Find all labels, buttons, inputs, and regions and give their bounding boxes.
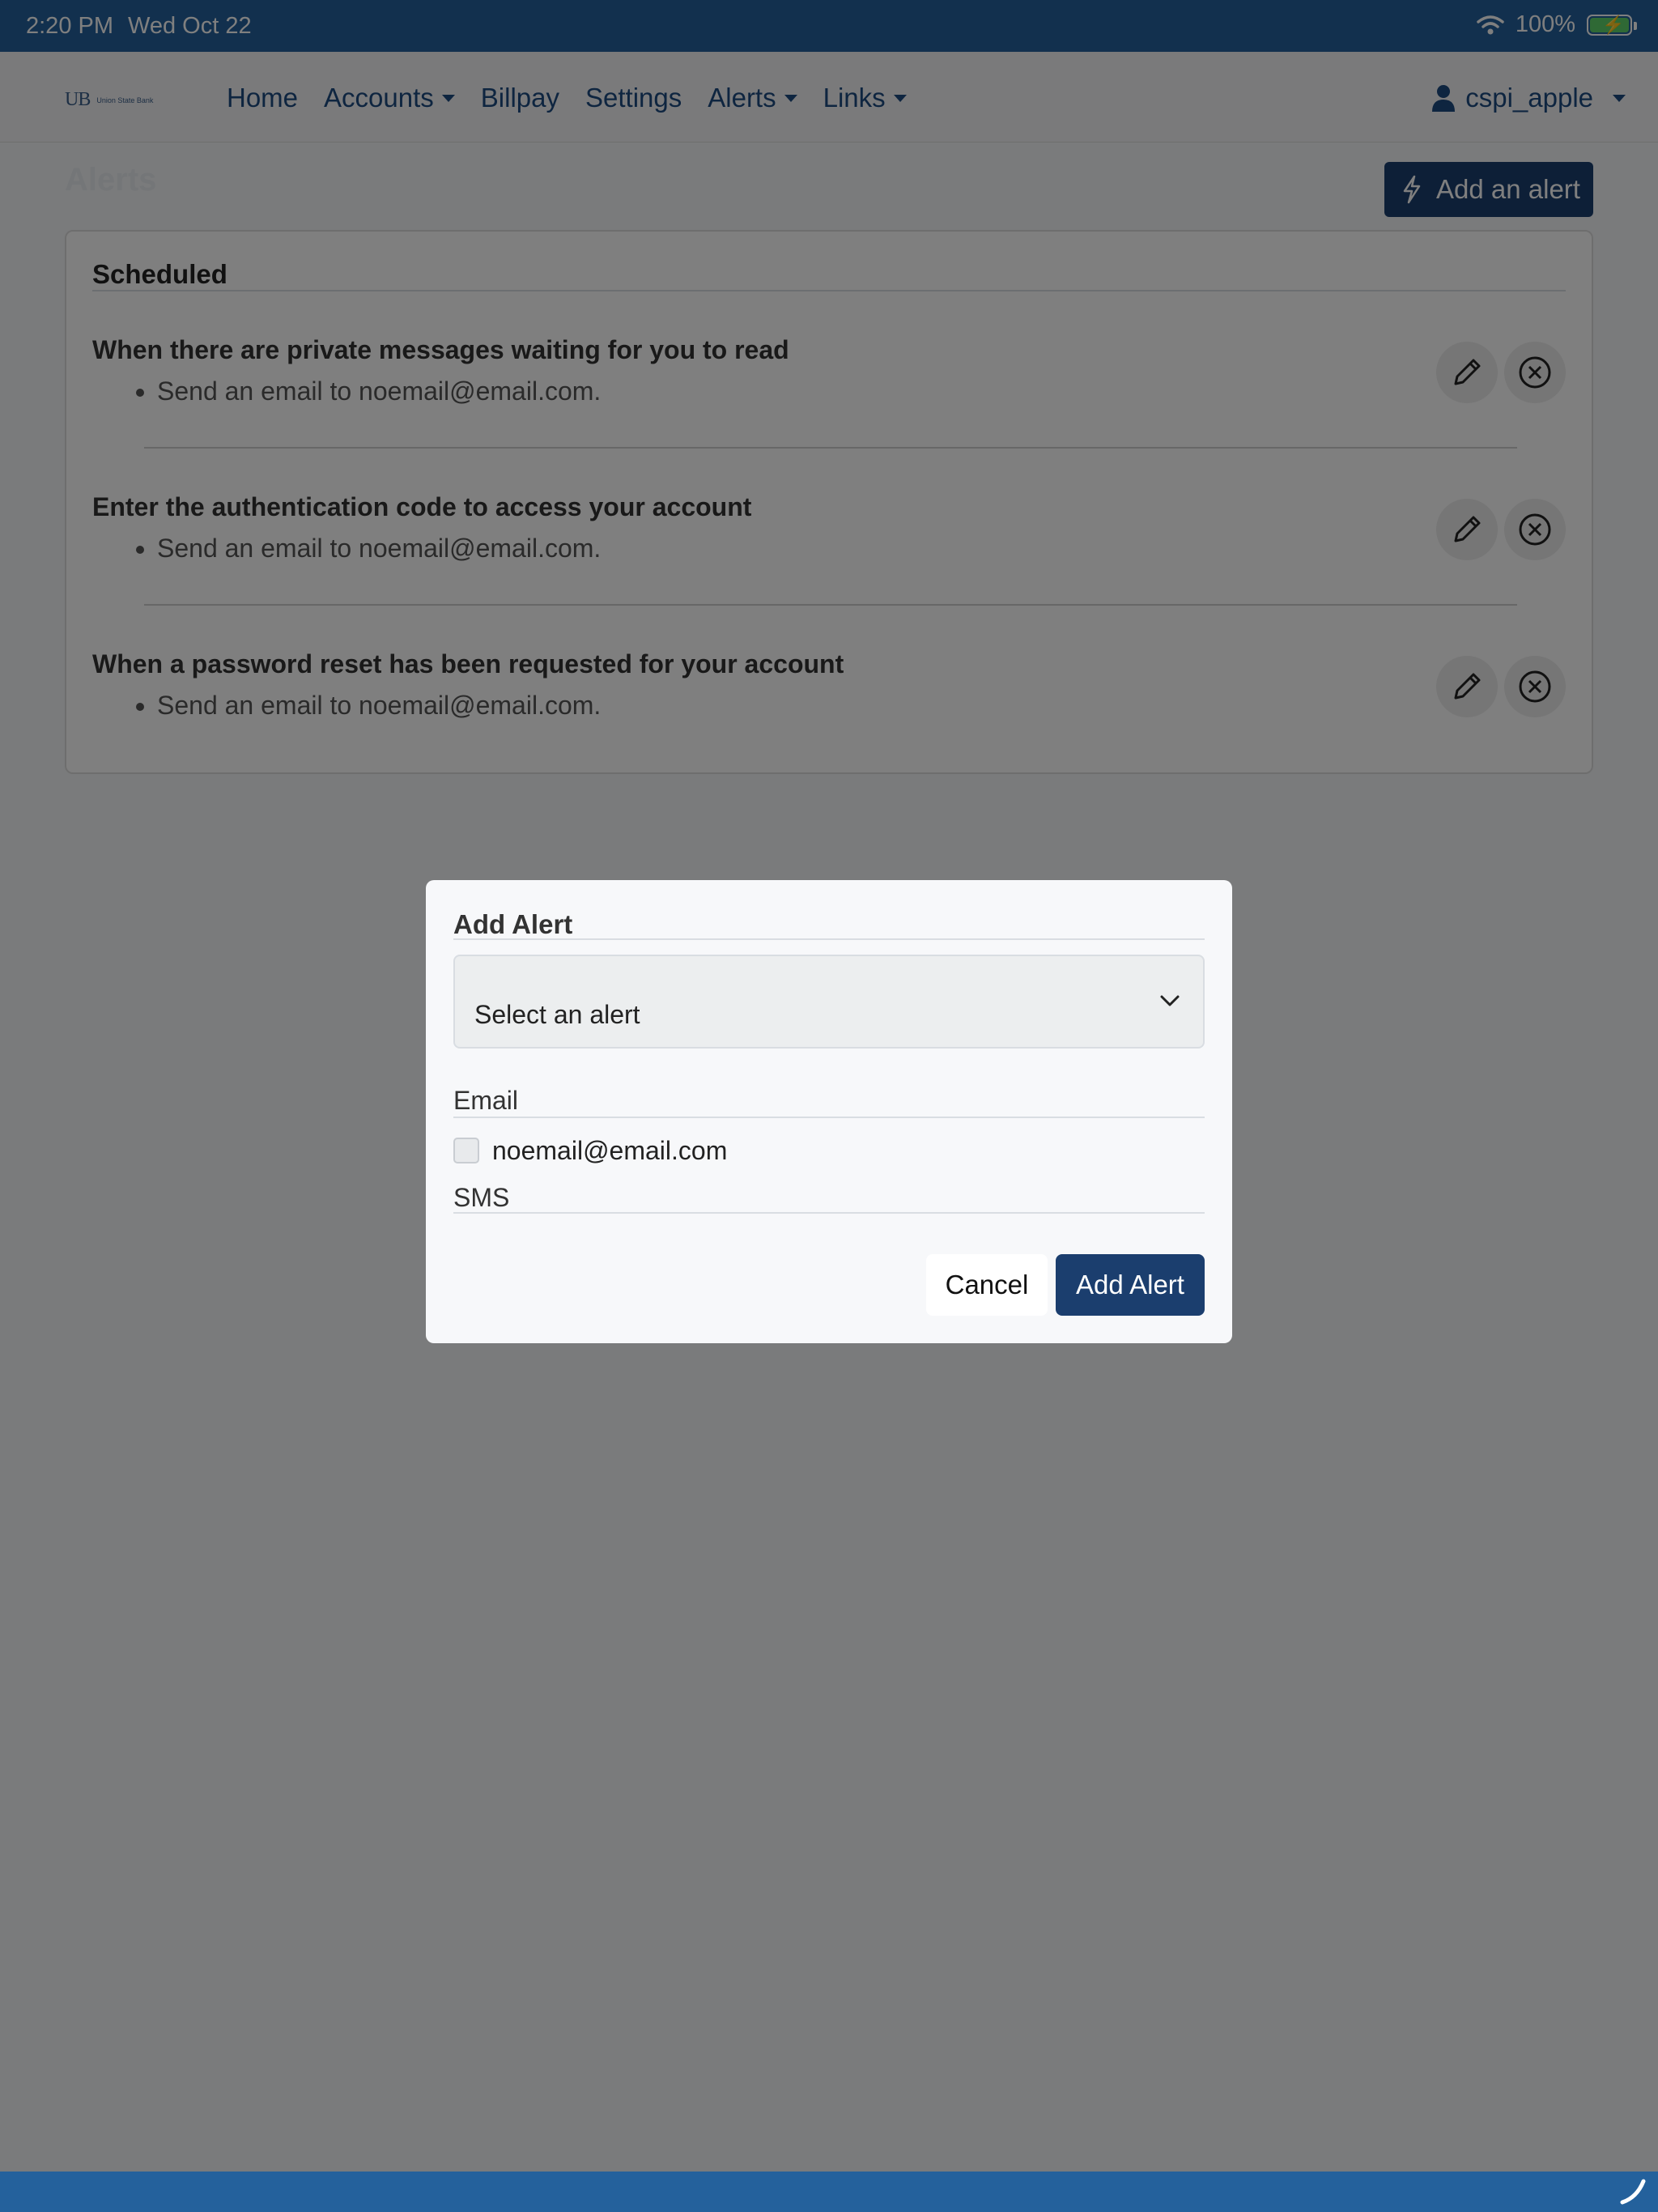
add-alert-modal: Add Alert Select an alert Email noemail@… [426,880,1232,1343]
modal-title: Add Alert [453,909,573,939]
cancel-button[interactable]: Cancel [926,1254,1048,1316]
sms-divider [453,1212,1205,1214]
add-alert-submit-button[interactable]: Add Alert [1056,1254,1205,1316]
modal-title-divider [453,938,1205,940]
chevron-down-icon [1160,995,1180,1006]
email-divider [453,1117,1205,1118]
email-option-label[interactable]: noemail@email.com [492,1136,727,1166]
select-placeholder: Select an alert [474,1000,640,1029]
alert-type-select[interactable]: Select an alert [453,955,1205,1049]
email-checkbox[interactable] [453,1138,479,1163]
cancel-label: Cancel [945,1270,1029,1300]
phone-icon[interactable] [1619,2176,1647,2206]
email-section-label: Email [453,1086,519,1115]
sms-section-label: SMS [453,1183,510,1212]
add-alert-submit-label: Add Alert [1076,1270,1184,1300]
bottom-bar [0,2172,1658,2212]
